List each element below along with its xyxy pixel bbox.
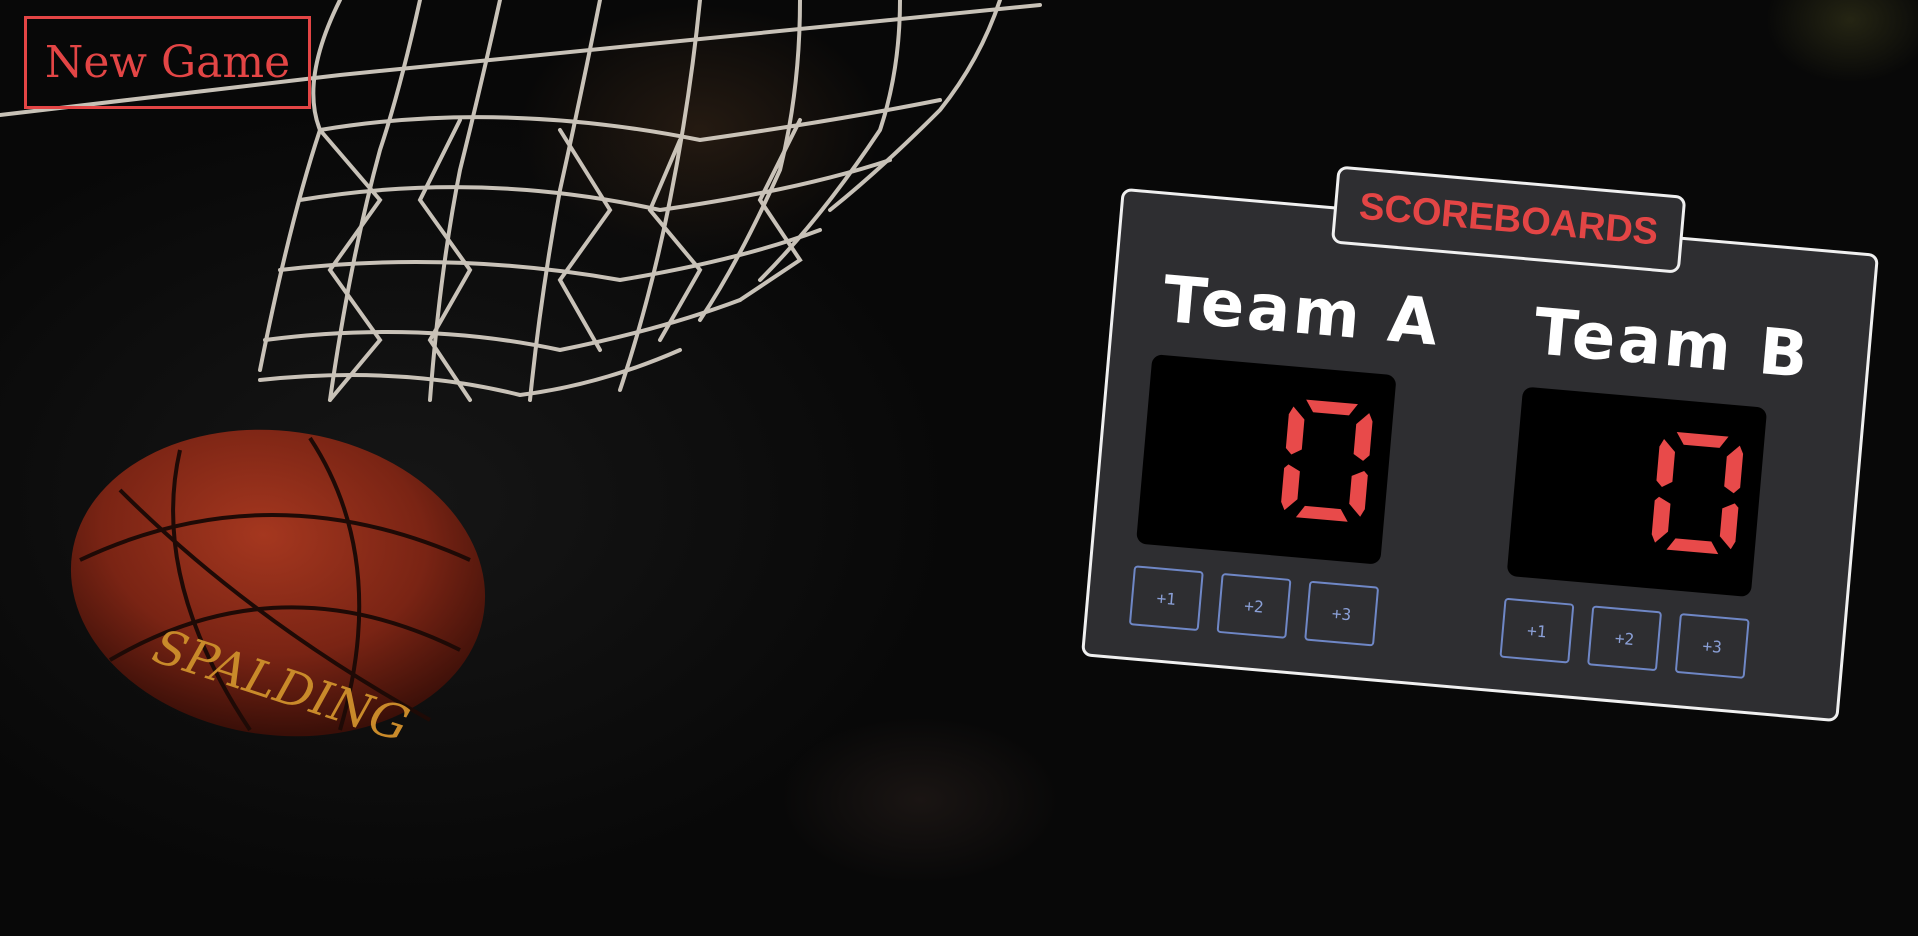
team-b-section: Team B 0 +1 +2 +3 bbox=[1499, 287, 1820, 683]
scoreboard-panel: SCOREBOARDS Team A 0 +1 +2 +3 Tea bbox=[1080, 165, 1880, 723]
team-b-score-display: 0 bbox=[1506, 386, 1768, 598]
team-b-add-3-button[interactable]: +3 bbox=[1674, 613, 1750, 679]
team-b-add-2-button[interactable]: +2 bbox=[1587, 605, 1663, 672]
basketball-image: SPALDING bbox=[70, 429, 486, 753]
team-a-add-2-button[interactable]: +2 bbox=[1216, 572, 1292, 639]
team-b-name: Team B bbox=[1530, 295, 1814, 394]
team-a-score-display: 0 bbox=[1135, 354, 1397, 565]
team-b-score-digit bbox=[1651, 432, 1744, 555]
team-b-add-1-button[interactable]: +1 bbox=[1499, 597, 1575, 664]
team-a-section: Team A 0 +1 +2 +3 bbox=[1128, 254, 1450, 650]
new-game-button[interactable]: New Game bbox=[24, 16, 311, 109]
team-a-add-3-button[interactable]: +3 bbox=[1304, 580, 1380, 647]
team-a-score-digit bbox=[1281, 399, 1373, 522]
team-b-button-row: +1 +2 +3 bbox=[1499, 597, 1793, 683]
team-a-button-row: +1 +2 +3 bbox=[1128, 565, 1423, 650]
team-a-add-1-button[interactable]: +1 bbox=[1128, 565, 1204, 632]
team-a-name: Team A bbox=[1159, 262, 1444, 361]
